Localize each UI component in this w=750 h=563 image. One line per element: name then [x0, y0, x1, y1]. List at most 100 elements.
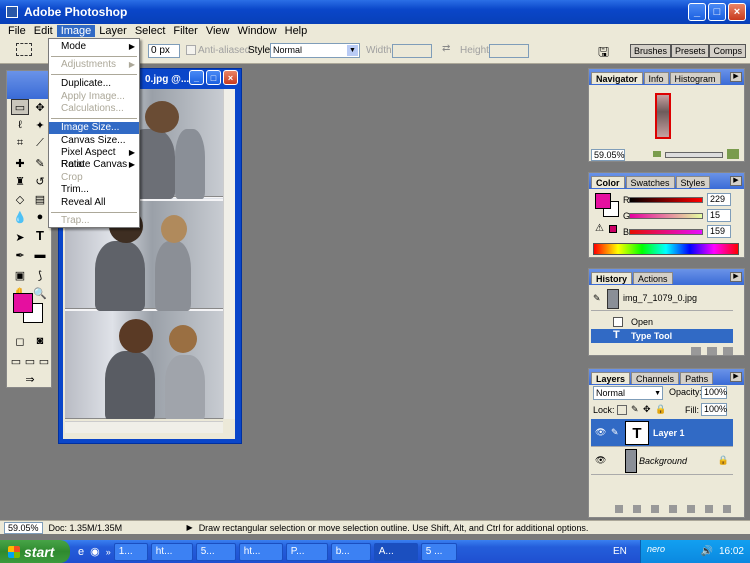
- fill-input[interactable]: 100%: [701, 403, 727, 416]
- menu-item-apply-image[interactable]: Apply Image...: [49, 91, 139, 103]
- feather-input[interactable]: 0 px: [148, 44, 180, 58]
- lock-transparency-icon[interactable]: [617, 405, 627, 415]
- quicklaunch-more-icon[interactable]: »: [106, 547, 111, 557]
- anti-aliased-checkbox[interactable]: [186, 45, 196, 55]
- new-snapshot-icon[interactable]: [707, 347, 717, 355]
- slice-tool-icon[interactable]: ⟋: [31, 135, 49, 151]
- menu-item-adjustments[interactable]: Adjustments ▶: [49, 59, 139, 71]
- history-brush-icon[interactable]: ↺: [31, 173, 49, 189]
- taskbar-item-1[interactable]: 1...: [113, 542, 148, 561]
- doc-maximize-button[interactable]: □: [206, 70, 221, 85]
- vertical-scrollbar[interactable]: [223, 89, 235, 419]
- menu-layer[interactable]: Layer: [95, 25, 131, 37]
- menu-item-reveal-all[interactable]: Reveal All: [49, 197, 139, 209]
- tab-color[interactable]: Color: [591, 176, 625, 188]
- new-document-icon[interactable]: [691, 347, 701, 355]
- menu-item-trap[interactable]: Trap...: [49, 215, 139, 227]
- well-tab-presets[interactable]: Presets: [670, 44, 710, 58]
- clone-stamp-icon[interactable]: ♜: [11, 173, 29, 189]
- color-foreground-swatch[interactable]: [595, 193, 611, 209]
- panel-menu-icon[interactable]: ▶: [730, 72, 742, 82]
- blend-mode-select[interactable]: Normal ▼: [593, 386, 663, 400]
- tab-navigator[interactable]: Navigator: [591, 72, 643, 84]
- history-item-open[interactable]: Open: [591, 315, 733, 329]
- screen-mode-1-icon[interactable]: ▭: [9, 353, 23, 369]
- taskbar-item-6[interactable]: b...: [330, 542, 371, 561]
- marquee-preset-icon[interactable]: [16, 43, 32, 56]
- minimize-button[interactable]: _: [688, 3, 706, 21]
- screen-mode-2-icon[interactable]: ▭: [23, 353, 37, 369]
- adjustment-layer-icon[interactable]: [669, 505, 677, 513]
- swap-icon[interactable]: ⇄: [442, 43, 450, 54]
- eye-icon[interactable]: 👁: [595, 427, 606, 438]
- link-layers-icon[interactable]: [615, 505, 623, 513]
- rectangular-marquee-icon[interactable]: ▭: [11, 99, 29, 115]
- move-tool-icon[interactable]: ✥: [31, 99, 49, 115]
- layer-row-background[interactable]: 👁 Background 🔒: [591, 447, 733, 475]
- style-select[interactable]: Normal ▼: [270, 43, 360, 58]
- add-style-icon[interactable]: [633, 505, 641, 513]
- gradient-tool-icon[interactable]: ▤: [31, 191, 49, 207]
- horizontal-scrollbar[interactable]: [65, 421, 223, 433]
- eyedropper-icon[interactable]: ⟆: [31, 267, 49, 283]
- add-mask-icon[interactable]: [651, 505, 659, 513]
- red-value[interactable]: 229: [707, 193, 731, 206]
- taskbar-item-photoshop[interactable]: A...: [373, 542, 418, 561]
- panel-menu-icon[interactable]: ▶: [730, 372, 742, 382]
- menu-view[interactable]: View: [202, 25, 234, 37]
- magic-wand-icon[interactable]: ✦: [31, 117, 49, 133]
- navigator-zoom[interactable]: 59.05%: [591, 149, 625, 161]
- tab-histogram[interactable]: Histogram: [669, 72, 721, 84]
- width-input[interactable]: [392, 44, 432, 58]
- dodge-tool-icon[interactable]: ●: [31, 209, 49, 225]
- color-ramp[interactable]: [593, 243, 739, 255]
- panel-menu-icon[interactable]: ▶: [730, 272, 742, 282]
- new-layer-icon[interactable]: [705, 505, 713, 513]
- taskbar-item-2[interactable]: ht...: [150, 542, 193, 561]
- menu-file[interactable]: File: [4, 25, 30, 37]
- tab-channels[interactable]: Channels: [631, 372, 680, 384]
- volume-icon[interactable]: 🔊: [701, 546, 713, 557]
- zoom-slider[interactable]: [665, 152, 723, 158]
- doc-close-button[interactable]: ×: [223, 70, 238, 85]
- pen-tool-icon[interactable]: ✒: [11, 247, 29, 263]
- brush-tool-icon[interactable]: ✎: [31, 155, 49, 171]
- zoom-out-icon[interactable]: [653, 151, 661, 157]
- green-value[interactable]: 15: [707, 209, 731, 222]
- web-safe-swatch[interactable]: [609, 225, 617, 233]
- menu-item-canvas-size[interactable]: Canvas Size...: [49, 135, 139, 147]
- menu-item-rotate-canvas[interactable]: Rotate Canvas ▶: [49, 159, 139, 171]
- taskbar-item-4[interactable]: ht...: [238, 542, 283, 561]
- tab-paths[interactable]: Paths: [680, 372, 714, 384]
- menu-item-image-size[interactable]: Image Size...: [49, 122, 139, 134]
- shape-tool-icon[interactable]: ▬: [31, 247, 49, 263]
- menu-window[interactable]: Window: [234, 25, 281, 37]
- ie-quicklaunch-icon[interactable]: e: [78, 546, 84, 558]
- status-zoom[interactable]: 59.05%: [4, 521, 43, 534]
- new-group-icon[interactable]: [687, 505, 695, 513]
- menu-image[interactable]: Image: [56, 25, 96, 37]
- menu-item-crop[interactable]: Crop: [49, 172, 139, 184]
- tab-layers[interactable]: Layers: [591, 372, 631, 384]
- file-browser-icon[interactable]: 🖫: [598, 43, 609, 65]
- start-button[interactable]: start: [0, 540, 70, 563]
- maximize-button[interactable]: □: [708, 3, 726, 21]
- history-item-type-tool[interactable]: T Type Tool: [591, 329, 733, 343]
- path-selection-icon[interactable]: ➤: [11, 229, 29, 245]
- zoom-tool-icon[interactable]: 🔍: [31, 285, 49, 301]
- type-tool-icon[interactable]: T: [31, 227, 49, 243]
- taskbar-item-3[interactable]: 5...: [195, 542, 236, 561]
- height-input[interactable]: [489, 44, 529, 58]
- lock-all-icon[interactable]: 🔒: [655, 404, 666, 415]
- lock-position-icon[interactable]: ✥: [643, 404, 651, 415]
- healing-brush-icon[interactable]: ✚: [11, 155, 29, 171]
- blue-value[interactable]: 159: [707, 225, 731, 238]
- layer-row-layer-1[interactable]: 👁 ✎ T Layer 1: [591, 419, 733, 447]
- well-tab-comps[interactable]: Comps: [709, 44, 746, 58]
- menu-edit[interactable]: Edit: [30, 25, 57, 37]
- status-menu-icon[interactable]: ▶: [187, 523, 193, 532]
- taskbar-item-8[interactable]: 5 ...: [420, 542, 457, 561]
- menu-item-mode[interactable]: Mode ▶: [49, 41, 139, 53]
- screen-mode-3-icon[interactable]: ▭: [37, 353, 51, 369]
- tab-actions[interactable]: Actions: [633, 272, 673, 284]
